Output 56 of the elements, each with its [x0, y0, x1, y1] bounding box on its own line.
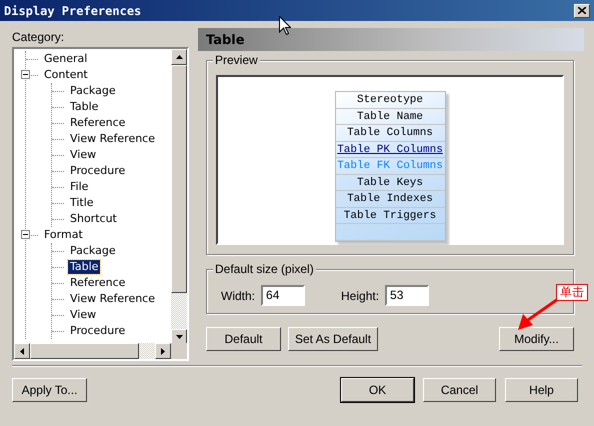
- tree-item[interactable]: View: [68, 148, 98, 162]
- table-symbol-row: Table Columns: [336, 125, 444, 142]
- group-label: Preview: [213, 53, 260, 67]
- tree-item[interactable]: View: [68, 308, 98, 322]
- collapse-icon[interactable]: [21, 70, 30, 79]
- tree-item[interactable]: Procedure: [68, 324, 128, 338]
- category-tree[interactable]: General Content Package Table Reference View Reference View Procedure File Title Shortcut Format Package Table Reference View Reference View Procedure: [12, 47, 189, 361]
- tree-item[interactable]: Format: [42, 228, 85, 242]
- table-symbol-row: Table Name: [336, 108, 444, 125]
- group-label: Default size (pixel): [213, 262, 316, 276]
- table-symbol-row: Table PK Columns: [336, 142, 444, 158]
- right-arrow-icon: [161, 348, 165, 354]
- table-symbol-row: Table FK Columns: [336, 158, 444, 174]
- annotation-callout: 单击: [556, 284, 588, 301]
- tree-item[interactable]: Content: [42, 68, 90, 82]
- tree-item[interactable]: Shortcut: [68, 212, 119, 226]
- collapse-icon[interactable]: [21, 230, 30, 239]
- scrollbar-corner: [171, 343, 187, 359]
- tree-item[interactable]: File: [68, 180, 90, 194]
- down-arrow-icon: [176, 335, 182, 339]
- height-field[interactable]: 53: [385, 285, 430, 306]
- category-label: Category:: [12, 30, 64, 44]
- tree-item[interactable]: Title: [68, 196, 96, 210]
- dialog-button[interactable]: Help: [505, 378, 578, 402]
- apply-button[interactable]: Apply To...: [12, 378, 87, 402]
- width-label: Width:: [221, 288, 256, 304]
- window-title: Display Preferences: [4, 2, 142, 20]
- table-symbol-row: Stereotype: [336, 92, 444, 108]
- tree-item[interactable]: Procedure: [68, 164, 128, 178]
- dialog-button[interactable]: OK: [341, 378, 414, 402]
- tree-item[interactable]: Reference: [68, 276, 128, 290]
- tree-item[interactable]: Reference: [68, 116, 128, 130]
- tree-item[interactable]: General: [42, 52, 90, 66]
- panel-button[interactable]: Modify...: [499, 327, 574, 351]
- horizontal-scrollbar[interactable]: [14, 343, 171, 359]
- width-field[interactable]: 64: [261, 285, 306, 306]
- tree-item[interactable]: Table: [68, 260, 100, 274]
- panel-button[interactable]: Set As Default: [288, 327, 378, 351]
- table-symbol-row: Table Keys: [336, 174, 444, 191]
- cursor-icon: [279, 16, 291, 35]
- panel-header: Table: [198, 28, 584, 51]
- close-icon: [578, 7, 586, 14]
- height-label: Height:: [341, 288, 380, 304]
- table-symbol-row: Table Indexes: [336, 191, 444, 208]
- tree-item[interactable]: View Reference: [68, 292, 157, 306]
- tree-item[interactable]: View Reference: [68, 132, 157, 146]
- panel-button[interactable]: Default: [206, 327, 281, 351]
- left-arrow-icon: [20, 348, 24, 354]
- tree-item[interactable]: Table: [68, 100, 100, 114]
- close-button[interactable]: [574, 4, 590, 18]
- up-arrow-icon: [176, 55, 182, 59]
- vertical-scrollbar[interactable]: [171, 49, 187, 345]
- table-symbol-row: Table Triggers: [336, 208, 444, 224]
- tree-item[interactable]: Package: [68, 84, 118, 98]
- tree-item[interactable]: Package: [68, 244, 118, 258]
- dialog-button[interactable]: Cancel: [423, 378, 496, 402]
